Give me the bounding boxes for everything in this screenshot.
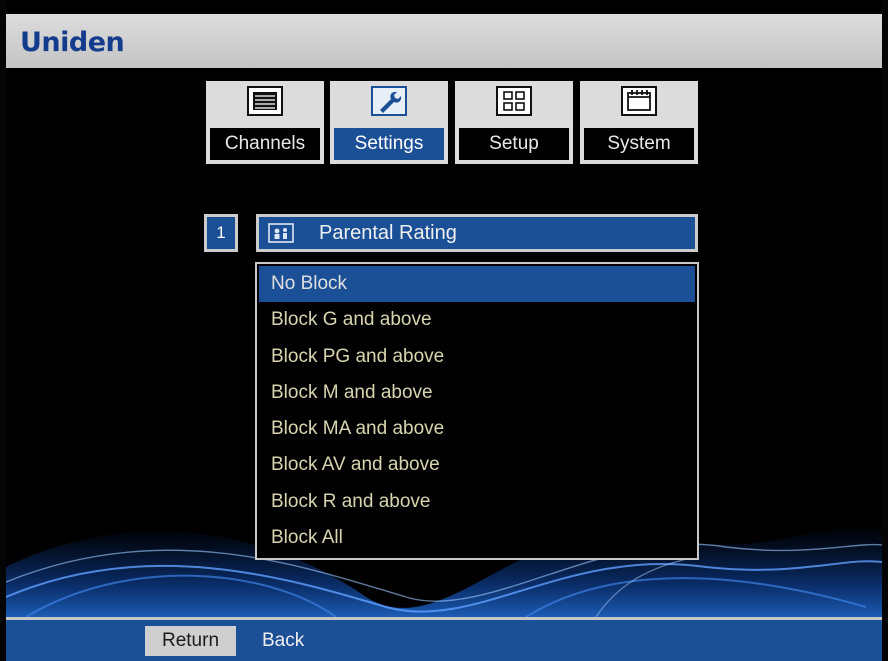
rating-option-no-block[interactable]: No Block <box>259 266 695 303</box>
screen-bezel-right <box>882 0 888 661</box>
parental-icon <box>268 223 294 243</box>
tab-setup[interactable]: Setup <box>455 81 573 164</box>
rating-option-block-pg[interactable]: Block PG and above <box>259 339 695 375</box>
rating-option-block-r[interactable]: Block R and above <box>259 484 695 520</box>
menu-item-number: 1 <box>204 214 238 252</box>
tab-settings-label: Settings <box>334 128 444 160</box>
parental-rating-field-inner: Parental Rating <box>259 217 695 249</box>
rating-option-block-av[interactable]: Block AV and above <box>259 447 695 483</box>
grid-icon <box>496 86 532 116</box>
rating-option-list: No Block Block G and above Block PG and … <box>259 266 695 556</box>
tab-system[interactable]: System <box>580 81 698 164</box>
calendar-icon <box>621 86 657 116</box>
rating-dropdown: No Block Block G and above Block PG and … <box>255 262 699 560</box>
brand-logo: Uniden <box>20 27 125 58</box>
rating-option-block-m[interactable]: Block M and above <box>259 375 695 411</box>
rating-option-block-ma[interactable]: Block MA and above <box>259 411 695 447</box>
tab-channels[interactable]: Channels <box>206 81 324 164</box>
parental-rating-field[interactable]: Parental Rating <box>256 214 698 252</box>
screen-bezel-top <box>0 0 888 14</box>
back-hint-label: Back <box>262 630 305 651</box>
tab-settings[interactable]: Settings <box>330 81 448 164</box>
main-content: Channels Settings Setup System 1 Parenta… <box>6 68 882 617</box>
footer-bar: Return Back <box>6 617 882 661</box>
screen-bezel-left <box>0 0 6 661</box>
rating-option-block-all[interactable]: Block All <box>259 520 695 556</box>
tab-setup-label: Setup <box>459 128 569 160</box>
tab-channels-label: Channels <box>210 128 320 160</box>
tv-screen: Uniden Channels Settings Setup System 1 … <box>0 0 888 661</box>
wrench-icon <box>371 86 407 116</box>
list-icon <box>247 86 283 116</box>
rating-option-block-g[interactable]: Block G and above <box>259 302 695 338</box>
tab-system-label: System <box>584 128 694 160</box>
return-button[interactable]: Return <box>145 626 236 656</box>
header-bar: Uniden <box>6 14 882 68</box>
parental-rating-label: Parental Rating <box>319 222 457 244</box>
menu-item-number-text: 1 <box>207 217 235 249</box>
